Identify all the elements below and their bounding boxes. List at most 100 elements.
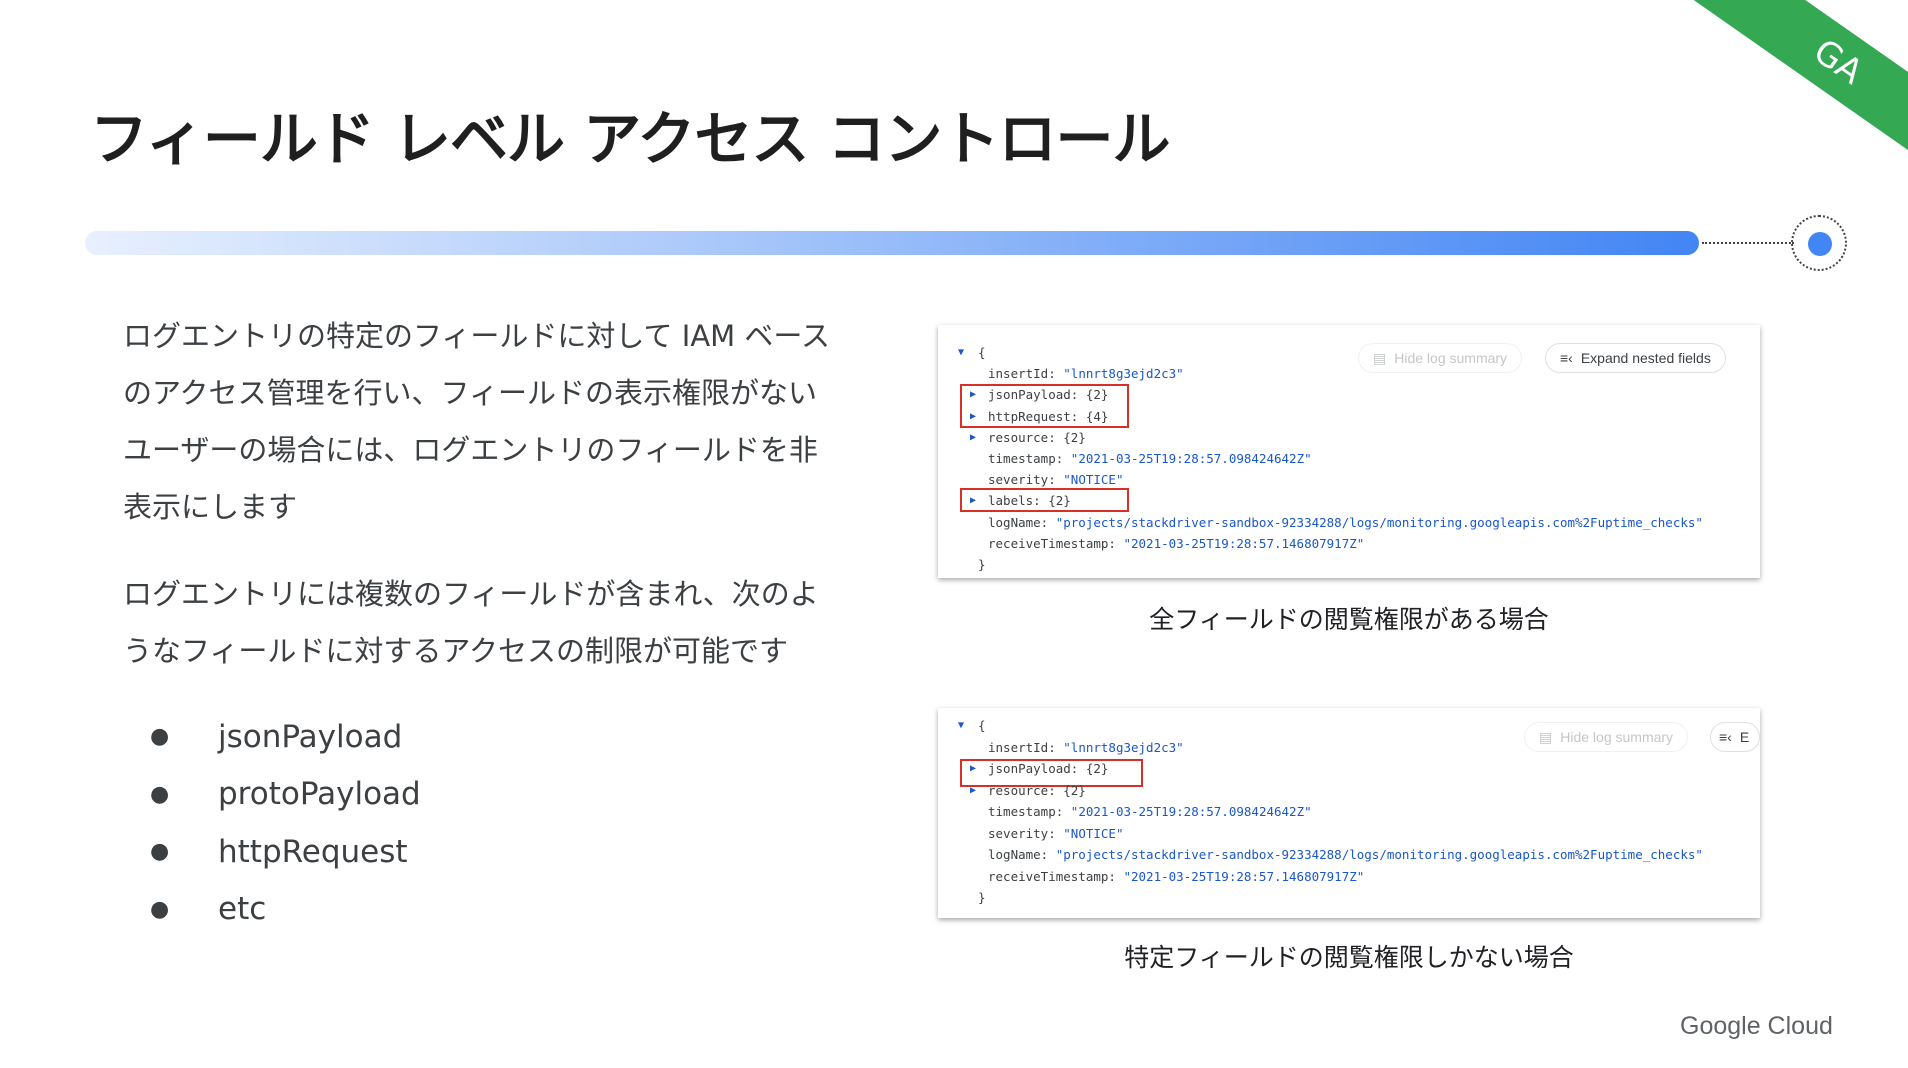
paragraph-2: ログエントリには複数のフィールドが含まれ、次のよ うなフィールドに対するアクセス… — [123, 566, 843, 680]
list-item: ● protoPayload — [150, 766, 421, 824]
hide-log-summary-button[interactable]: ▤ Hide log summary — [1358, 343, 1523, 373]
button-label: E — [1739, 729, 1750, 745]
field-key: labels: {2} — [988, 493, 1071, 509]
field-value: "2021-03-25T19:28:57.098424642Z" — [1070, 804, 1312, 819]
summary-icon: ▤ — [1373, 349, 1387, 366]
field-key: logName: — [988, 514, 1056, 530]
field-value: "lnnrt8g3ejd2c3" — [1063, 739, 1184, 755]
field-key: } — [978, 557, 986, 572]
list-item-label: etc — [218, 891, 267, 928]
expand-arrow-icon[interactable]: ▶ — [970, 780, 976, 801]
log-field: httpRequest: {4} — [988, 406, 1108, 427]
dotted-connector — [1702, 242, 1794, 244]
bullet-icon: ● — [150, 896, 170, 922]
list-item: ● etc — [150, 881, 421, 939]
summary-icon: ▤ — [1539, 728, 1553, 745]
field-key: httpRequest: {4} — [988, 408, 1109, 424]
field-key: resource: {2} — [988, 429, 1086, 445]
field-value: "2021-03-25T19:28:57.146807917Z" — [1123, 535, 1365, 551]
field-key: severity: — [988, 825, 1064, 841]
expand-arrow-icon[interactable]: ▶ — [970, 490, 976, 511]
button-label: Hide log summary — [1560, 729, 1674, 745]
log-field: { — [978, 342, 986, 363]
button-label: Hide log summary — [1394, 350, 1508, 366]
log-field: timestamp: "2021-03-25T19:28:57.09842464… — [988, 801, 1312, 822]
expand-arrow-icon[interactable]: ▶ — [970, 406, 976, 427]
expand-icon: ≡‹ — [1719, 729, 1732, 745]
field-key: resource: {2} — [988, 782, 1086, 798]
collapse-arrow-icon[interactable]: ▼ — [958, 715, 964, 736]
log-field: severity: "NOTICE" — [988, 823, 1123, 844]
expand-icon: ≡‹ — [1560, 350, 1573, 366]
field-key: timestamp: — [988, 451, 1071, 466]
list-item-label: protoPayload — [218, 776, 421, 813]
text-line: ログエントリには複数のフィールドが含まれ、次のよ — [123, 577, 819, 611]
bullet-icon: ● — [150, 781, 170, 807]
list-item: ● jsonPayload — [150, 708, 421, 766]
expand-nested-fields-button[interactable]: ≡‹ E — [1710, 722, 1760, 752]
log-field: logName: "projects/stackdriver-sandbox-9… — [988, 512, 1703, 533]
text-line: のアクセス管理を行い、フィールドの表示権限がない — [123, 376, 817, 410]
expand-nested-fields-button[interactable]: ≡‹ Expand nested fields — [1545, 343, 1726, 373]
field-value: "projects/stackdriver-sandbox-92334288/l… — [1055, 514, 1703, 530]
log-field: { — [978, 715, 986, 736]
field-key: insertId: — [988, 739, 1064, 755]
list-item-label: httpRequest — [218, 833, 408, 870]
caption-restricted-access: 特定フィールドの閲覧権限しかない場合 — [1124, 943, 1574, 972]
text-line: うなフィールドに対するアクセスの制限が可能です — [123, 634, 788, 668]
field-value: "2021-03-25T19:28:57.098424642Z" — [1070, 451, 1312, 466]
log-field: insertId: "lnnrt8g3ejd2c3" — [988, 737, 1184, 758]
google-cloud-logo: Google Cloud — [1680, 1012, 1833, 1040]
caption-full-access: 全フィールドの閲覧権限がある場合 — [1149, 605, 1549, 634]
expand-arrow-icon[interactable]: ▶ — [970, 758, 976, 779]
expand-arrow-icon[interactable]: ▶ — [970, 427, 976, 448]
progress-dot — [1808, 232, 1832, 256]
progress-bar — [85, 231, 1699, 255]
log-field: timestamp: "2021-03-25T19:28:57.09842464… — [988, 448, 1312, 469]
list-item-label: jsonPayload — [218, 718, 403, 755]
field-value: "lnnrt8g3ejd2c3" — [1063, 366, 1184, 382]
field-key: receiveTimestamp: — [988, 535, 1124, 551]
ga-badge: GA — [1672, 0, 1908, 192]
log-field: resource: {2} — [988, 780, 1086, 801]
field-key: receiveTimestamp: — [988, 868, 1124, 884]
field-value: "2021-03-25T19:28:57.146807917Z" — [1123, 868, 1365, 884]
text-line: ユーザーの場合には、ログエントリのフィールドを非 — [123, 433, 818, 467]
log-field: } — [978, 554, 986, 575]
text-line: 表示にします — [123, 490, 298, 524]
log-field: logName: "projects/stackdriver-sandbox-9… — [988, 844, 1703, 865]
field-key: } — [978, 890, 986, 905]
field-list: ● jsonPayload ● protoPayload ● httpRequest … — [150, 708, 421, 938]
field-key: timestamp: — [988, 804, 1071, 819]
collapse-arrow-icon[interactable]: ▼ — [958, 342, 964, 363]
field-value: "projects/stackdriver-sandbox-92334288/l… — [1055, 847, 1703, 862]
paragraph-1: ログエントリの特定のフィールドに対して IAM ベース のアクセス管理を行い、フ… — [123, 308, 843, 536]
bullet-icon: ● — [150, 839, 170, 865]
log-field: labels: {2} — [988, 490, 1071, 511]
log-field: severity: "NOTICE" — [988, 469, 1123, 490]
log-field: jsonPayload: {2} — [988, 384, 1108, 405]
field-key: severity: — [988, 472, 1064, 488]
expand-arrow-icon[interactable]: ▶ — [970, 384, 976, 405]
field-key: jsonPayload: {2} — [988, 387, 1109, 403]
log-field: jsonPayload: {2} — [988, 758, 1108, 779]
field-key: { — [978, 718, 986, 733]
field-value: "NOTICE" — [1063, 825, 1124, 841]
field-value: "NOTICE" — [1063, 472, 1124, 488]
field-key: jsonPayload: {2} — [988, 761, 1109, 776]
log-field: receiveTimestamp: "2021-03-25T19:28:57.1… — [988, 533, 1364, 554]
log-field: } — [978, 887, 986, 908]
log-field: insertId: "lnnrt8g3ejd2c3" — [988, 363, 1184, 384]
hide-log-summary-button[interactable]: ▤ Hide log summary — [1524, 722, 1689, 752]
log-field: resource: {2} — [988, 427, 1086, 448]
slide-title: フィールド レベル アクセス コントロール — [90, 105, 1171, 173]
text-line: ログエントリの特定のフィールドに対して IAM ベース — [123, 319, 830, 353]
log-entry-full-panel: ▤ Hide log summary ≡‹ Expand nested fields… — [938, 325, 1760, 578]
field-key: logName: — [988, 847, 1056, 862]
button-label: Expand nested fields — [1580, 350, 1711, 366]
list-item: ● httpRequest — [150, 823, 421, 881]
log-field: receiveTimestamp: "2021-03-25T19:28:57.1… — [988, 866, 1364, 887]
log-entry-restricted-panel: ▤ Hide log summary ≡‹ E ▼ {insertId: "lnnrt… — [938, 708, 1760, 918]
bullet-icon: ● — [150, 724, 170, 750]
field-key: { — [978, 345, 986, 360]
